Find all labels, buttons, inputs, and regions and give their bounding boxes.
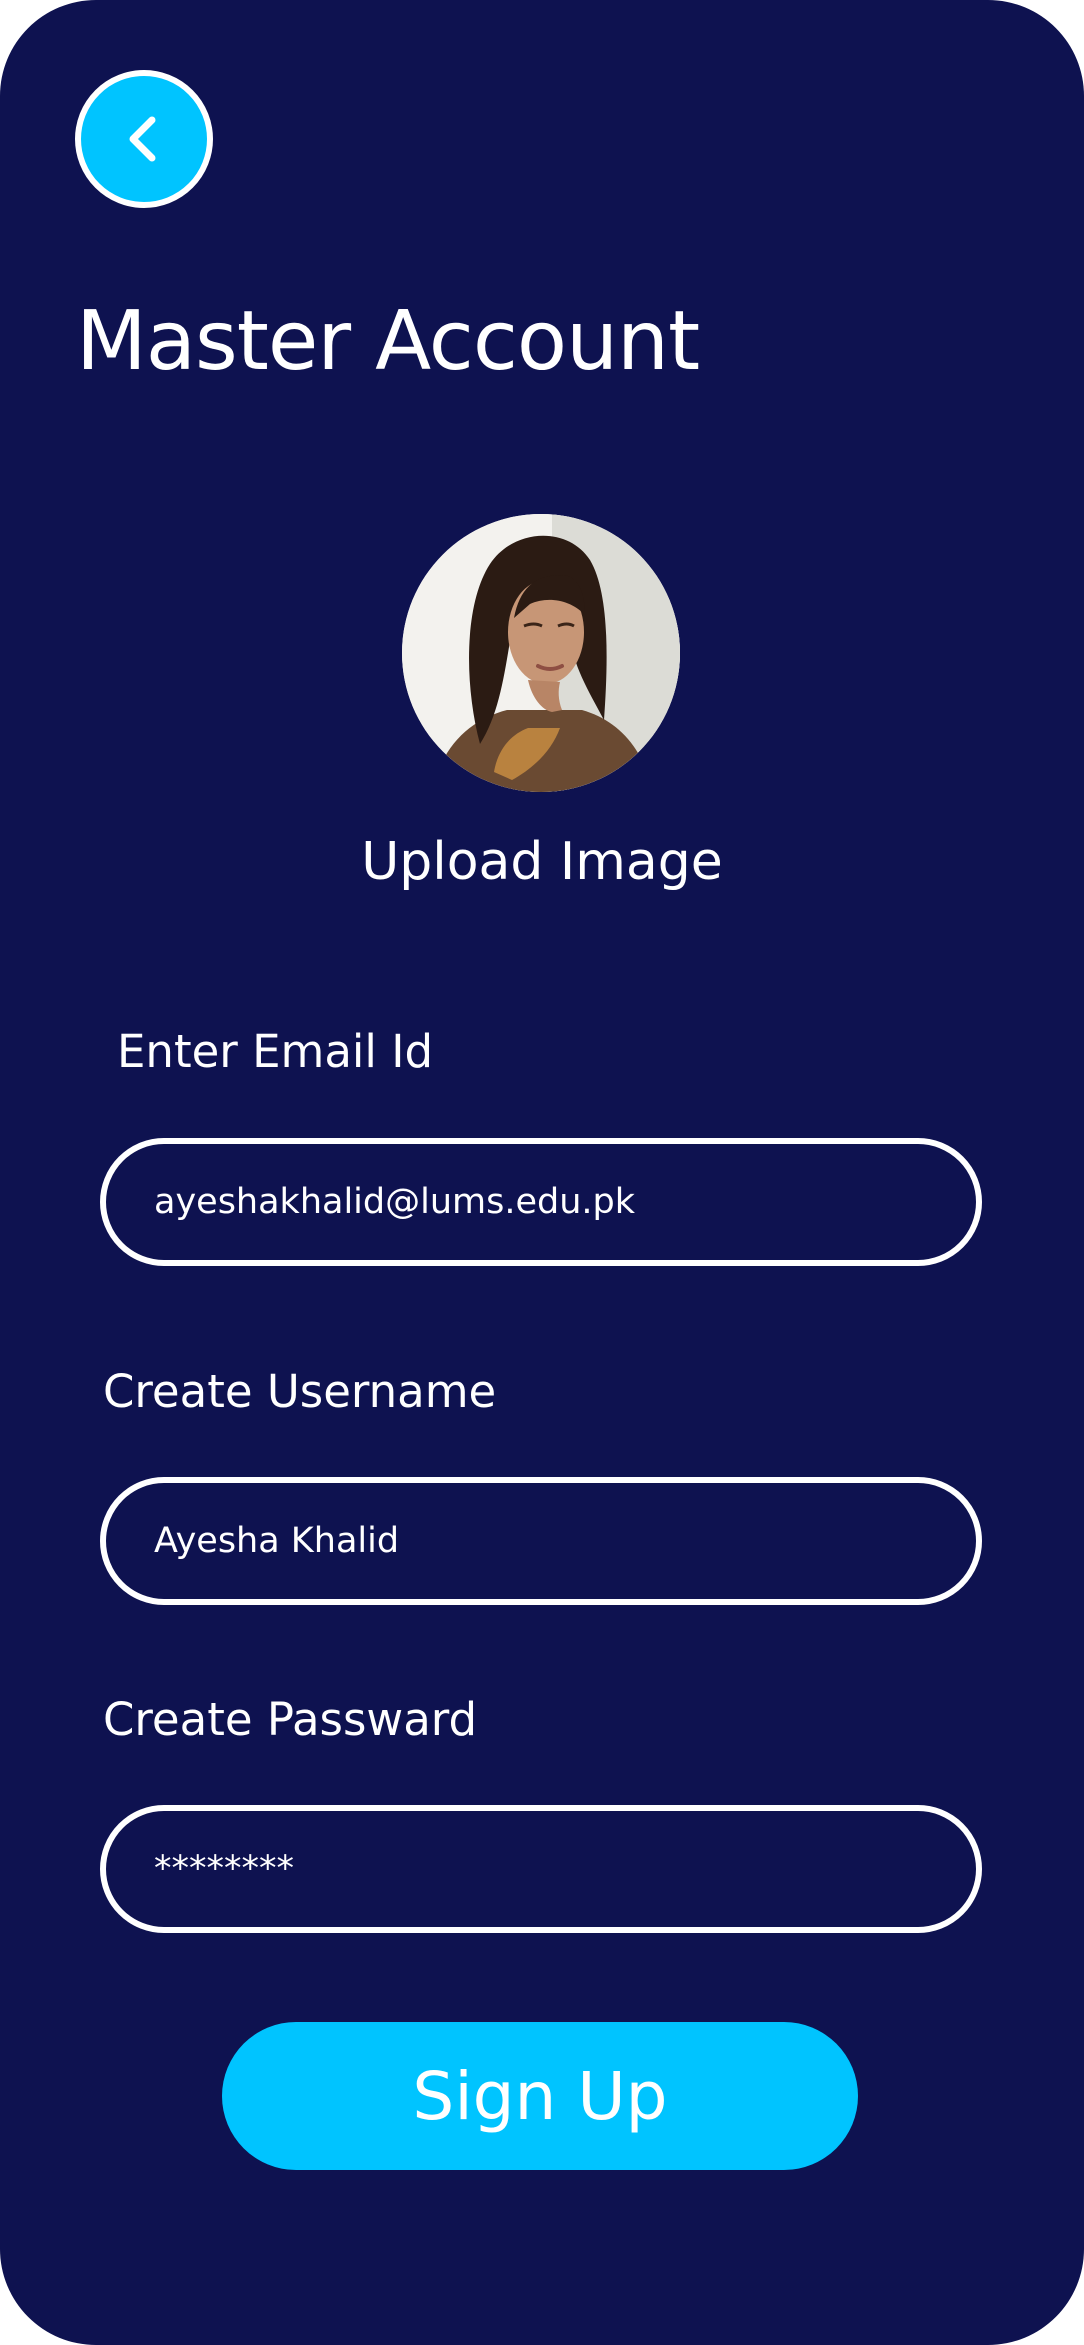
email-label: Enter Email Id xyxy=(117,1025,434,1078)
back-button[interactable] xyxy=(75,70,213,208)
avatar[interactable] xyxy=(402,514,680,792)
email-field[interactable]: ayeshakhalid@lums.edu.pk xyxy=(100,1138,982,1266)
signup-screen: Master Account Upload Image Enter Email … xyxy=(0,0,1084,2345)
password-field[interactable]: ******** xyxy=(100,1805,982,1933)
username-field[interactable]: Ayesha Khalid xyxy=(100,1477,982,1605)
password-label: Create Passward xyxy=(103,1693,478,1746)
username-label: Create Username xyxy=(103,1365,497,1418)
sign-up-button[interactable]: Sign Up xyxy=(222,2022,858,2170)
avatar-photo xyxy=(402,514,680,792)
upload-image-link[interactable]: Upload Image xyxy=(0,830,1084,894)
chevron-left-icon xyxy=(129,116,156,162)
page-title: Master Account xyxy=(76,294,700,389)
